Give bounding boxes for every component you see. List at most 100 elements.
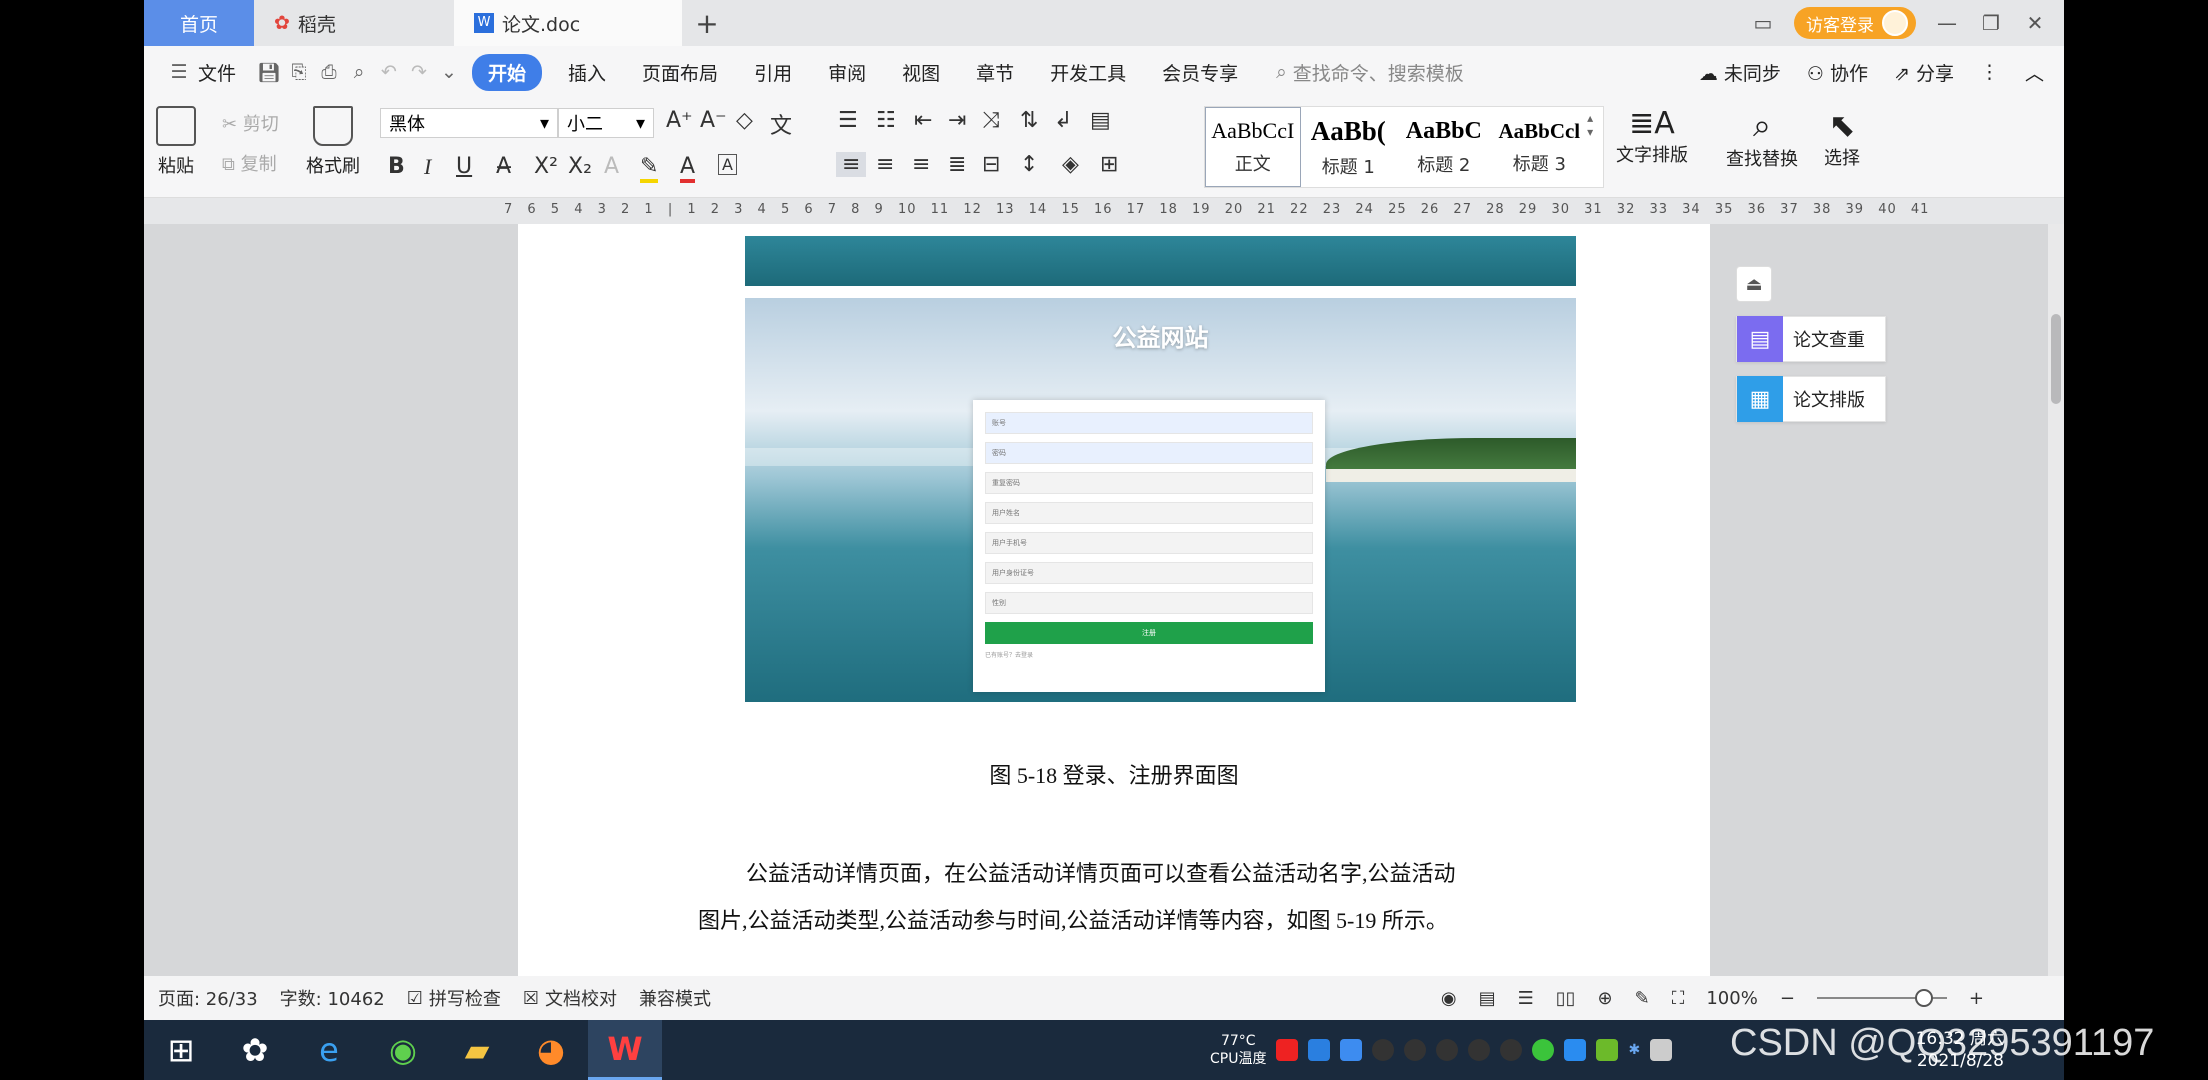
eye-icon[interactable]: ◉ [1441,988,1457,1009]
page-view-icon[interactable]: ▤ [1479,988,1496,1009]
style-heading-2[interactable]: AaBbC 标题 2 [1396,107,1492,187]
bullet-list-icon[interactable]: ☰ [838,108,858,133]
decrease-indent-icon[interactable]: ⇤ [914,108,932,133]
horizontal-ruler[interactable]: 7 6 5 4 3 2 1 | 1 2 3 4 5 6 7 8 9 10 11 … [144,198,2064,224]
sort-icon[interactable]: ⇅ [1020,108,1038,133]
customize-icon[interactable]: ⌄ [434,61,464,83]
command-search[interactable]: ⌕ 查找命令、搜索模板 [1256,59,1464,86]
tab-list-icon[interactable]: ▭ [1750,11,1776,35]
fit-icon[interactable]: ⛶ [1672,988,1685,1009]
qq-icon[interactable] [1372,1039,1395,1061]
shading-icon[interactable]: ◈ [1062,152,1079,177]
increase-indent-icon[interactable]: ⇥ [948,108,966,133]
vertical-scrollbar[interactable] [2048,224,2064,976]
menu-member[interactable]: 会员专享 [1144,59,1256,86]
read-view-icon[interactable]: ▯▯ [1556,988,1576,1009]
document-page[interactable]: 公益网站 账号 密码 重复密码 用户姓名 用户手机号 用户身份证号 性别 注册 … [518,224,1710,976]
shield-icon[interactable] [1340,1039,1363,1061]
qq-icon[interactable] [1404,1039,1427,1061]
menu-references[interactable]: 引用 [736,59,810,86]
font-name-select[interactable]: 黑体 ▾ [380,108,558,138]
italic-icon[interactable]: I [424,154,431,180]
unsync-button[interactable]: ☁ 未同步 [1699,59,1781,86]
browser-icon[interactable]: ◉ [366,1020,440,1080]
table-lines-icon[interactable]: ▤ [1090,108,1111,133]
print-preview-icon[interactable]: ⌕ [344,61,374,83]
export-icon[interactable]: ⎘ [284,61,314,83]
subscript-icon[interactable]: X₂ [568,154,592,179]
tab-daoke[interactable]: ✿ 稻壳 [254,0,454,46]
thesis-layout-button[interactable]: ▦ 论文排版 [1736,376,1886,422]
page-indicator[interactable]: 页面: 26/33 [158,985,258,1011]
web-view-icon[interactable]: ⊕ [1598,988,1613,1009]
app-icon-2[interactable]: ◕ [514,1020,588,1080]
find-replace-button[interactable]: ⌕ 查找替换 [1726,106,1798,171]
tray-app-icon[interactable] [1532,1039,1555,1061]
scroll-thumb[interactable] [2051,314,2061,404]
menu-page-layout[interactable]: 页面布局 [624,59,736,86]
close-button[interactable]: ✕ [2022,11,2048,35]
print-icon[interactable]: ⎙ [314,61,344,83]
qq-icon[interactable] [1468,1039,1491,1061]
strikethrough-icon[interactable]: A̶ [496,154,511,179]
text-effect-icon[interactable]: A [604,154,619,179]
tray-app-icon[interactable] [1308,1039,1331,1061]
plagiarism-check-button[interactable]: ▤ 论文查重 [1736,316,1886,362]
proofread-button[interactable]: ☒ 文档校对 [523,985,617,1011]
styles-scroll[interactable]: ▴ ▾ [1587,107,1603,187]
tab-home[interactable]: 首页 [144,0,254,46]
paste-button[interactable]: 粘贴 [156,106,196,178]
zoom-in-icon[interactable]: + [1969,988,1984,1009]
eraser-icon[interactable]: ◇ [736,108,753,133]
bluetooth-icon[interactable]: ✱ [1628,1042,1640,1058]
style-normal[interactable]: AaBbCcI 正文 [1205,107,1301,187]
app-icon-1[interactable]: ✿ [218,1020,292,1080]
pen-icon[interactable]: ✎ [1635,988,1650,1009]
menu-insert[interactable]: 插入 [550,59,624,86]
collapse-ribbon-icon[interactable]: ︿ [2025,59,2044,86]
battery-icon[interactable] [1650,1039,1673,1061]
menu-file[interactable]: 文件 [194,59,254,86]
tab-document[interactable]: W 论文.doc [454,0,682,46]
menu-home[interactable]: 开始 [472,53,543,91]
grow-font-icon[interactable]: A⁺ [666,108,693,133]
new-tab-button[interactable]: + [682,0,732,46]
qq-icon[interactable] [1500,1039,1523,1061]
spell-check-button[interactable]: ☑ 拼写检查 [407,985,501,1011]
redo-icon[interactable]: ↷ [404,61,434,83]
hamburger-icon[interactable]: ☰ [164,61,194,83]
undo-icon[interactable]: ↶ [374,61,404,83]
windows-start-icon[interactable]: ⊞ [144,1020,218,1080]
ie-icon[interactable]: e [292,1020,366,1080]
menu-developer[interactable]: 开发工具 [1032,59,1144,86]
tray-app-icon[interactable] [1276,1039,1299,1061]
style-heading-3[interactable]: AaBbCcl 标题 3 [1492,107,1588,187]
superscript-icon[interactable]: X² [534,154,558,179]
select-button[interactable]: ⬉ 选择 [1824,106,1860,170]
wps-icon[interactable]: W [588,1020,662,1080]
align-right-icon[interactable]: ≡ [912,152,930,177]
minimize-button[interactable]: — [1934,11,1960,35]
bold-icon[interactable]: B [388,154,405,179]
show-marks-icon[interactable]: ↲ [1054,108,1072,133]
zoom-slider[interactable] [1816,989,1947,1007]
cpu-temp[interactable]: 77°C CPU温度 [1210,1032,1266,1068]
file-explorer-icon[interactable]: ▰ [440,1020,514,1080]
share-button[interactable]: ⇗ 分享 [1894,59,1954,86]
numbered-list-icon[interactable]: ☷ [876,108,896,133]
zoom-knob[interactable] [1914,989,1933,1007]
style-heading-1[interactable]: AaBb( 标题 1 [1301,107,1397,187]
format-painter-button[interactable]: 格式刷 [306,106,360,178]
zoom-out-icon[interactable]: − [1780,988,1795,1009]
collapse-panel-icon[interactable]: ⏏ [1736,266,1772,302]
zoom-level[interactable]: 100% [1706,988,1757,1009]
nvidia-icon[interactable] [1596,1039,1619,1061]
highlight-icon[interactable]: ✎ [640,154,659,183]
phonetic-icon[interactable]: 文 [770,108,792,140]
save-icon[interactable]: 💾︎ [254,61,284,84]
underline-icon[interactable]: U [456,154,472,179]
line-spacing-icon[interactable]: ↕ [1020,152,1038,177]
justify-icon[interactable]: ≣ [948,152,966,177]
shrink-font-icon[interactable]: A⁻ [700,108,727,133]
chinese-layout-icon[interactable]: ⤨ [982,108,1000,133]
